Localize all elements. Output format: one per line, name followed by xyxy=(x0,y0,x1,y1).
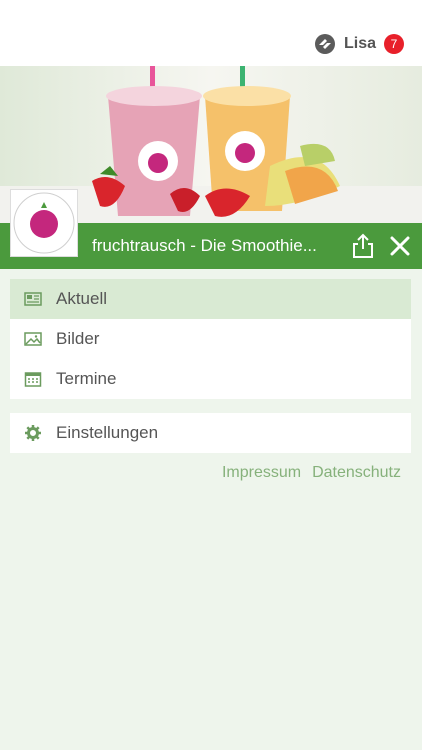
notification-badge[interactable]: 7 xyxy=(384,34,404,54)
app-logo-icon xyxy=(314,34,335,54)
menu-item-bilder[interactable]: Bilder xyxy=(10,319,411,359)
footer-links: Impressum Datenschutz xyxy=(222,464,401,482)
user-menu[interactable]: Lisa 7 xyxy=(314,33,404,55)
page-title: fruchtrausch - Die Smoothie... xyxy=(92,236,317,255)
menu-item-label: Aktuell xyxy=(56,289,108,308)
settings-menu: Einstellungen xyxy=(10,413,411,453)
menu-item-label: Einstellungen xyxy=(56,423,159,442)
calendar-icon xyxy=(24,372,42,387)
menu-item-einstellungen[interactable]: Einstellungen xyxy=(10,413,411,453)
gear-icon xyxy=(25,425,41,441)
image-icon xyxy=(24,332,42,346)
newspaper-icon xyxy=(24,292,42,306)
share-icon[interactable] xyxy=(350,233,376,259)
close-icon[interactable] xyxy=(387,233,413,259)
menu-item-termine[interactable]: Termine xyxy=(10,359,411,399)
datenschutz-link[interactable]: Datenschutz xyxy=(312,464,401,482)
menu-item-label: Bilder xyxy=(56,329,100,348)
top-bar: Lisa 7 xyxy=(0,0,422,66)
user-name[interactable]: Lisa xyxy=(344,35,376,53)
impressum-link[interactable]: Impressum xyxy=(222,464,301,482)
brand-logo xyxy=(10,189,78,257)
menu-item-label: Termine xyxy=(56,369,117,388)
menu-item-aktuell[interactable]: Aktuell xyxy=(10,279,411,319)
main-menu: Aktuell Bilder Termine xyxy=(10,279,411,399)
